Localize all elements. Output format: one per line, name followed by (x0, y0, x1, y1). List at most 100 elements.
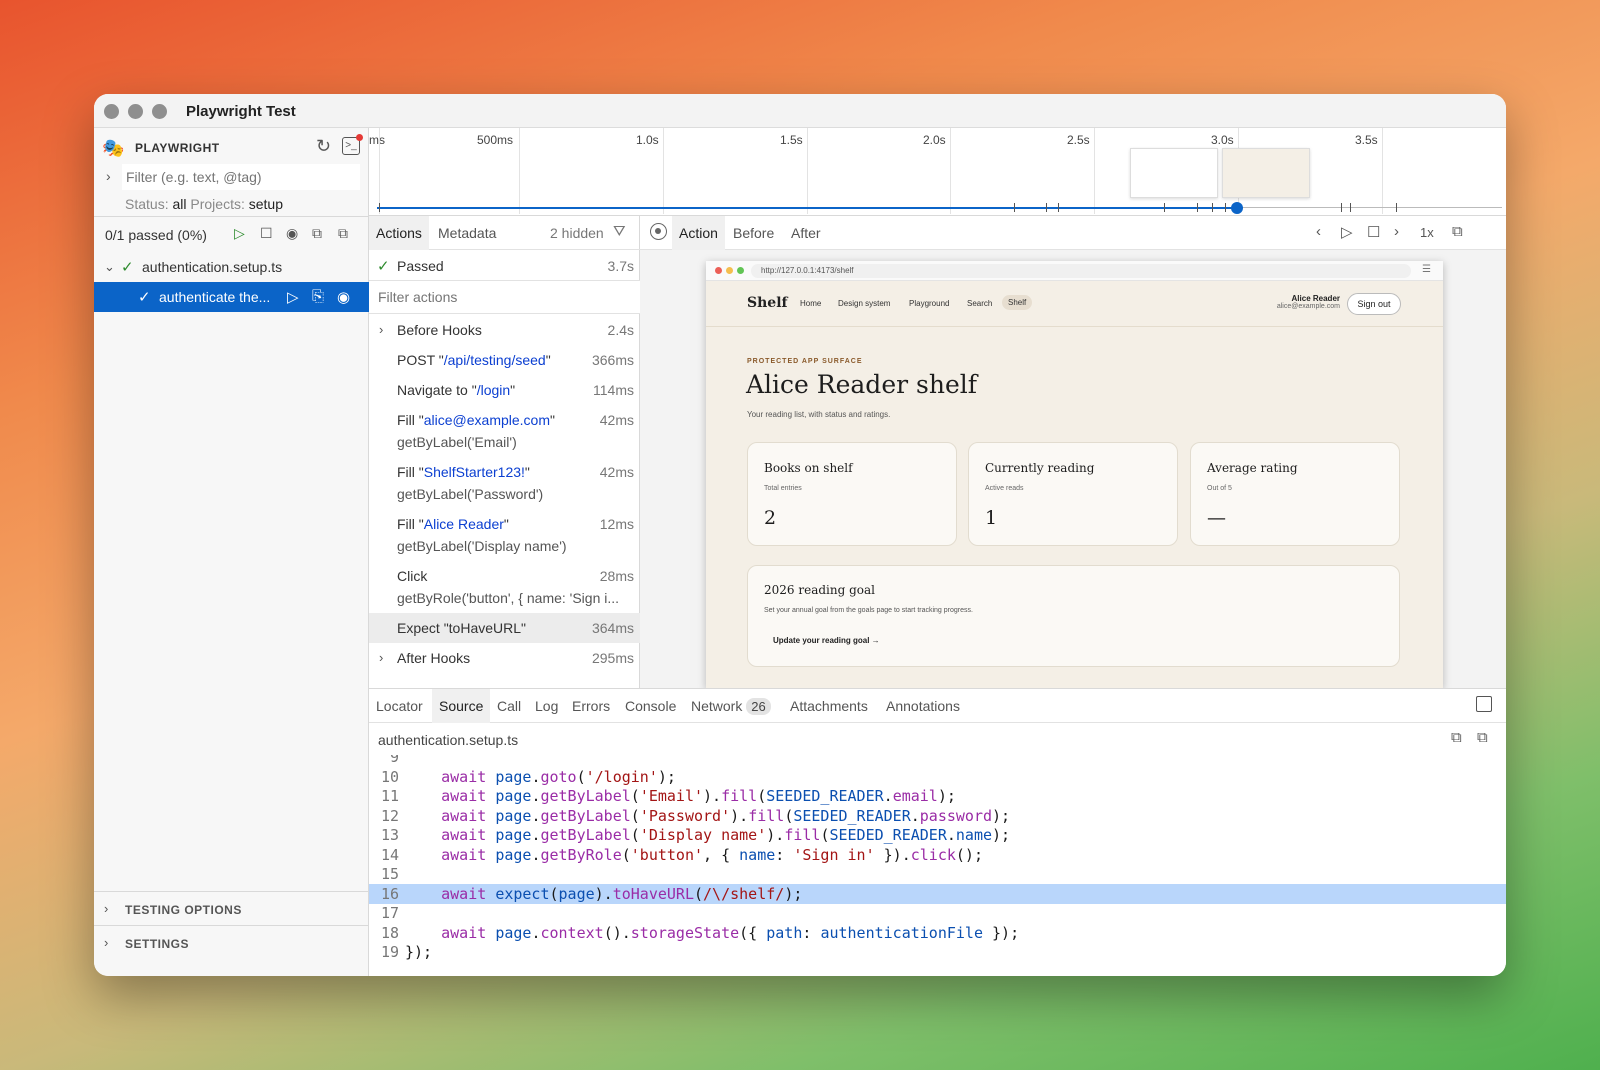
zoom-window-button[interactable] (152, 104, 167, 119)
sign-out-button: Sign out (1347, 293, 1401, 315)
tab-log[interactable]: Log (528, 689, 565, 723)
code-line: 17 (369, 903, 1506, 923)
tick-line (1094, 128, 1095, 214)
stat-card: Books on shelf Total entries 2 (747, 442, 957, 546)
action-title: After Hooks (397, 650, 470, 666)
line-number: 18 (380, 923, 399, 942)
action-marker (1046, 203, 1047, 212)
tree-item-test[interactable]: ✓ authenticate the... ▷ ⎘ ◉ (94, 282, 369, 312)
line-code: await page.getByLabel('Email').fill(SEED… (441, 787, 956, 805)
run-test-icon[interactable]: ▷ (287, 288, 299, 306)
action-duration: 114ms (593, 382, 634, 398)
chevron-right-icon[interactable]: › (379, 650, 383, 665)
line-code: await page.getByLabel('Password').fill(S… (441, 806, 1011, 825)
url-bar: http://127.0.0.1:4173/shelf (751, 264, 1411, 278)
card-subtitle: Out of 5 (1207, 485, 1232, 492)
reload-icon[interactable]: ↻ (316, 136, 331, 157)
projects-label: Projects: (190, 196, 245, 212)
run-all-icon[interactable]: ▷ (234, 225, 245, 242)
pick-locator-icon[interactable] (650, 223, 667, 240)
run-summary-row: 0/1 passed (0%) ▷ ☐ ◉ ⧉ ⧉ (94, 217, 369, 251)
chevron-right-icon: › (104, 935, 109, 950)
code-line: 16 await expect(page).toHaveURL(/\/shelf… (369, 883, 1506, 904)
tab-call[interactable]: Call (490, 689, 528, 723)
filter-actions-input[interactable] (369, 281, 640, 313)
action-item[interactable]: Navigate to "/login" 114ms (369, 375, 640, 405)
toggle-sidebar-icon[interactable] (1476, 696, 1492, 712)
brand-name: PLAYWRIGHT (135, 141, 220, 155)
tab-locator[interactable]: Locator (369, 689, 430, 723)
collapse-all-icon[interactable]: ⧉ (312, 225, 322, 242)
playback-speed[interactable]: 1x (1420, 225, 1434, 240)
tab-action[interactable]: Action (672, 216, 725, 250)
details-tabbar: Locator Source Call Log Errors Console N… (369, 689, 1506, 723)
tab-network[interactable]: Network 26 (684, 689, 778, 723)
chevron-down-icon[interactable]: ⌄ (104, 259, 115, 275)
sidebar-header: 🎭 PLAYWRIGHT ↻ >_ (102, 134, 363, 162)
action-item[interactable]: Fill "ShelfStarter123!" getByLabel('Passw… (369, 457, 640, 509)
filter-icon[interactable]: ⛛ (613, 223, 626, 240)
settings-section[interactable]: › SETTINGS (94, 925, 369, 959)
watch-test-icon[interactable]: ◉ (337, 288, 350, 306)
menu-icon: ☰ (1422, 264, 1431, 275)
tab-errors[interactable]: Errors (565, 689, 617, 723)
status-label: Passed (397, 258, 444, 274)
minimize-window-button[interactable] (128, 104, 143, 119)
chevron-right-icon[interactable]: › (1394, 223, 1399, 240)
watch-icon[interactable]: ◉ (286, 225, 298, 242)
timeline[interactable]: ms 500ms 1.0s 1.5s 2.0s 2.5s 3.0s 3.5s (369, 128, 1506, 216)
action-title: Fill "Alice Reader" (397, 516, 509, 532)
tab-attachments[interactable]: Attachments (783, 689, 875, 723)
nav-search: Search (967, 299, 993, 308)
tab-after[interactable]: After (784, 216, 828, 250)
action-item[interactable]: Click getByRole('button', { name: 'Sign i… (369, 561, 640, 613)
line-number: 13 (380, 826, 399, 844)
tab-source[interactable]: Source (432, 689, 491, 723)
play-icon[interactable]: ▷ (1341, 223, 1353, 241)
stop-icon[interactable]: ☐ (1367, 223, 1380, 241)
card-title: Books on shelf (764, 461, 853, 475)
open-external-icon[interactable]: ⧉ (1452, 223, 1463, 240)
action-item[interactable]: Fill "alice@example.com" getByLabel('Emai… (369, 405, 640, 457)
reading-goal-card: 2026 reading goal Set your annual goal f… (747, 565, 1400, 667)
stop-icon[interactable]: ☐ (260, 225, 273, 242)
tree-item-file[interactable]: ⌄ ✓ authentication.setup.ts (94, 252, 369, 282)
close-window-button[interactable] (104, 104, 119, 119)
open-in-editor-icon[interactable]: ⧉ (1477, 729, 1488, 746)
tab-actions[interactable]: Actions (369, 216, 429, 250)
chevron-left-icon[interactable]: ‹ (1316, 223, 1321, 240)
tab-console[interactable]: Console (618, 689, 683, 723)
tab-annotations[interactable]: Annotations (879, 689, 967, 723)
actions-panel: Actions Metadata 2 hidden ⛛ ✓ Passed 3.7… (369, 216, 640, 688)
test-filter-input[interactable] (122, 164, 360, 190)
chevron-right-icon[interactable]: › (379, 322, 383, 337)
action-duration: 364ms (591, 620, 634, 636)
chevron-right-icon[interactable]: › (106, 168, 111, 184)
actions-tabbar: Actions Metadata 2 hidden ⛛ (369, 216, 640, 250)
hidden-count[interactable]: 2 hidden (550, 225, 604, 241)
action-title: Click (397, 568, 427, 584)
action-duration: 42ms (599, 464, 634, 480)
file-name: authentication.setup.ts (142, 259, 283, 275)
timeline-playhead[interactable] (1231, 202, 1243, 214)
action-item[interactable]: Fill "Alice Reader" getByLabel('Display n… (369, 509, 640, 561)
action-locator: getByLabel('Password') (397, 486, 544, 502)
timeline-thumbnail[interactable] (1222, 148, 1310, 198)
action-item[interactable]: › Before Hooks 2.4s (369, 315, 640, 345)
copy-icon[interactable]: ⧉ (1451, 729, 1462, 746)
tick-label: 500ms (477, 133, 514, 147)
tab-metadata[interactable]: Metadata (431, 216, 503, 250)
expand-all-icon[interactable]: ⧉ (338, 225, 348, 242)
status-projects-filter[interactable]: Status: all Projects: setup (125, 196, 283, 212)
timeline-thumbnail[interactable] (1130, 148, 1218, 198)
testing-options-section[interactable]: › TESTING OPTIONS (94, 891, 369, 925)
tick-line (950, 128, 951, 214)
tab-before[interactable]: Before (726, 216, 781, 250)
dot-green (737, 267, 744, 274)
action-param: ShelfStarter123! (423, 464, 525, 480)
window-title: Playwright Test (186, 103, 296, 120)
action-item[interactable]: Expect "toHaveURL" 364ms (369, 613, 640, 643)
show-source-icon[interactable]: ⎘ (312, 288, 324, 305)
action-item[interactable]: › After Hooks 295ms (369, 643, 640, 673)
action-item[interactable]: POST "/api/testing/seed" 366ms (369, 345, 640, 375)
